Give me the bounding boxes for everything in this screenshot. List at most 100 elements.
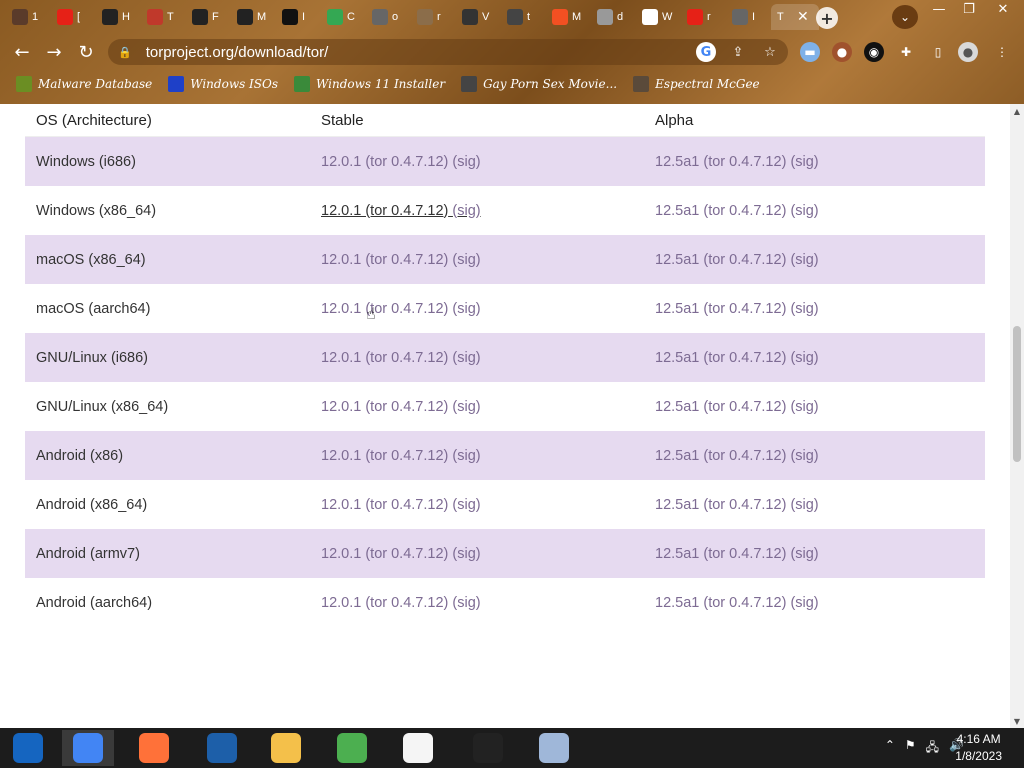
close-window-button[interactable]: ✕	[988, 0, 1018, 18]
alpha-sig-link[interactable]: (sig)	[790, 252, 818, 268]
alpha-sig-link[interactable]: (sig)	[790, 595, 818, 611]
stable-download-link[interactable]: 12.0.1 (tor 0.4.7.12) (sig)	[321, 595, 481, 611]
alpha-download-link[interactable]: 12.5a1 (tor 0.4.7.12) (sig)	[655, 497, 819, 513]
browser-tab[interactable]: F	[186, 4, 226, 30]
vertical-scrollbar[interactable]: ▲ ▼	[1010, 104, 1024, 728]
bookmark-item[interactable]: Malware Database	[16, 73, 152, 95]
stable-sig-link[interactable]: (sig)	[452, 497, 480, 513]
stable-download-link[interactable]: 12.0.1 (tor 0.4.7.12) (sig)	[321, 203, 481, 219]
alpha-sig-link[interactable]: (sig)	[790, 154, 818, 170]
alpha-sig-link[interactable]: (sig)	[790, 350, 818, 366]
browser-tab[interactable]: C	[321, 4, 361, 30]
taskbar-app[interactable]	[528, 730, 580, 766]
extension-flag-icon[interactable]: ▬	[800, 42, 820, 62]
extensions-puzzle-icon[interactable]: ✚	[896, 42, 916, 62]
alpha-download-link[interactable]: 12.5a1 (tor 0.4.7.12) (sig)	[655, 546, 819, 562]
browser-tab[interactable]: [	[51, 4, 91, 30]
alpha-download-link[interactable]: 12.5a1 (tor 0.4.7.12) (sig)	[655, 252, 819, 268]
address-bar[interactable]: 🔒 torproject.org/download/tor/ G ⇪ ☆	[108, 39, 788, 65]
alpha-sig-link[interactable]: (sig)	[790, 203, 818, 219]
clock[interactable]: 4:16 AM 1/8/2023	[955, 731, 1002, 765]
taskbar-app[interactable]	[196, 730, 248, 766]
browser-tab[interactable]: I	[276, 4, 316, 30]
stable-download-link[interactable]: 12.0.1 (tor 0.4.7.12) (sig)	[321, 252, 481, 268]
alpha-sig-link[interactable]: (sig)	[790, 497, 818, 513]
stable-download-link[interactable]: 12.0.1 (tor 0.4.7.12) (sig)	[321, 448, 481, 464]
extension-mask-icon[interactable]: ◉	[864, 42, 884, 62]
stable-sig-link[interactable]: (sig)	[452, 301, 480, 317]
browser-tab-active[interactable]: T ✕	[771, 4, 819, 30]
google-lens-icon[interactable]: G	[696, 42, 716, 62]
scrollbar-thumb[interactable]	[1013, 326, 1021, 462]
stable-sig-link[interactable]: (sig)	[452, 399, 480, 415]
browser-tab[interactable]: V	[456, 4, 496, 30]
alpha-sig-link[interactable]: (sig)	[790, 448, 818, 464]
minimize-button[interactable]: —	[924, 0, 954, 18]
browser-tab[interactable]: 1	[6, 4, 46, 30]
extension-avatar-icon[interactable]: ●	[832, 42, 852, 62]
stable-sig-link[interactable]: (sig)	[452, 448, 480, 464]
tray-chevron-icon[interactable]: ⌃	[885, 738, 895, 759]
stable-sig-link[interactable]: (sig)	[452, 350, 480, 366]
bookmark-item[interactable]: Espectral McGee	[633, 73, 760, 95]
taskbar-app[interactable]	[462, 730, 514, 766]
browser-tab[interactable]: H	[96, 4, 136, 30]
bookmark-item[interactable]: Windows 11 Installer	[294, 73, 445, 95]
alpha-download-link[interactable]: 12.5a1 (tor 0.4.7.12) (sig)	[655, 595, 819, 611]
alpha-sig-link[interactable]: (sig)	[790, 546, 818, 562]
stable-download-link[interactable]: 12.0.1 (tor 0.4.7.12) (sig)	[321, 497, 481, 513]
tab-search-button[interactable]: ⌄	[892, 5, 918, 29]
alpha-sig-link[interactable]: (sig)	[790, 399, 818, 415]
bookmark-item[interactable]: Gay Porn Sex Movie...	[461, 73, 617, 95]
profile-avatar-icon[interactable]: ●	[958, 42, 978, 62]
forward-button[interactable]: →	[42, 40, 66, 64]
alpha-download-link[interactable]: 12.5a1 (tor 0.4.7.12) (sig)	[655, 154, 819, 170]
browser-tab[interactable]: I	[726, 4, 766, 30]
stable-download-link[interactable]: 12.0.1 (tor 0.4.7.12) (sig)	[321, 399, 481, 415]
tray-network-icon[interactable]: 🖧	[926, 738, 939, 759]
browser-tab[interactable]: M	[546, 4, 586, 30]
browser-tab[interactable]: r	[411, 4, 451, 30]
tray-flag-icon[interactable]: ⚑	[905, 738, 916, 759]
bookmark-star-icon[interactable]: ☆	[760, 42, 780, 62]
reload-button[interactable]: ↻	[74, 40, 98, 64]
taskbar-app[interactable]	[2, 730, 54, 766]
taskbar-app[interactable]	[326, 730, 378, 766]
stable-download-link[interactable]: 12.0.1 (tor 0.4.7.12) (sig)	[321, 154, 481, 170]
taskbar-app[interactable]	[62, 730, 114, 766]
browser-tab[interactable]: d	[591, 4, 631, 30]
stable-sig-link[interactable]: (sig)	[452, 154, 480, 170]
alpha-sig-link[interactable]: (sig)	[790, 301, 818, 317]
stable-sig-link[interactable]: (sig)	[452, 595, 480, 611]
browser-tab[interactable]: r	[681, 4, 721, 30]
browser-tab[interactable]: M	[231, 4, 271, 30]
close-tab-icon[interactable]: ✕	[797, 9, 809, 25]
taskbar-app[interactable]	[260, 730, 312, 766]
new-tab-button[interactable]: +	[816, 7, 838, 29]
back-button[interactable]: ←	[10, 40, 34, 64]
scroll-down-icon[interactable]: ▼	[1010, 714, 1024, 728]
scroll-up-icon[interactable]: ▲	[1010, 104, 1024, 118]
stable-sig-link[interactable]: (sig)	[452, 546, 480, 562]
side-panel-icon[interactable]: ▯	[928, 42, 948, 62]
stable-download-link[interactable]: 12.0.1 (tor 0.4.7.12) (sig)	[321, 350, 481, 366]
browser-tab[interactable]: T	[141, 4, 181, 30]
taskbar-app[interactable]	[392, 730, 444, 766]
stable-sig-link[interactable]: (sig)	[452, 252, 480, 268]
alpha-download-link[interactable]: 12.5a1 (tor 0.4.7.12) (sig)	[655, 350, 819, 366]
stable-download-link[interactable]: 12.0.1 (tor 0.4.7.12) (sig)	[321, 301, 481, 317]
alpha-download-link[interactable]: 12.5a1 (tor 0.4.7.12) (sig)	[655, 448, 819, 464]
alpha-download-link[interactable]: 12.5a1 (tor 0.4.7.12) (sig)	[655, 399, 819, 415]
alpha-download-link[interactable]: 12.5a1 (tor 0.4.7.12) (sig)	[655, 203, 819, 219]
menu-kebab-icon[interactable]: ⋮	[992, 42, 1012, 62]
browser-tab[interactable]: o	[366, 4, 406, 30]
stable-download-link[interactable]: 12.0.1 (tor 0.4.7.12) (sig)	[321, 546, 481, 562]
alpha-download-link[interactable]: 12.5a1 (tor 0.4.7.12) (sig)	[655, 301, 819, 317]
browser-tab[interactable]: W	[636, 4, 676, 30]
stable-sig-link[interactable]: (sig)	[452, 203, 480, 219]
restore-button[interactable]: ❐	[954, 0, 984, 18]
share-icon[interactable]: ⇪	[728, 42, 748, 62]
bookmark-item[interactable]: Windows ISOs	[168, 73, 278, 95]
browser-tab[interactable]: t	[501, 4, 541, 30]
taskbar-app[interactable]	[128, 730, 180, 766]
